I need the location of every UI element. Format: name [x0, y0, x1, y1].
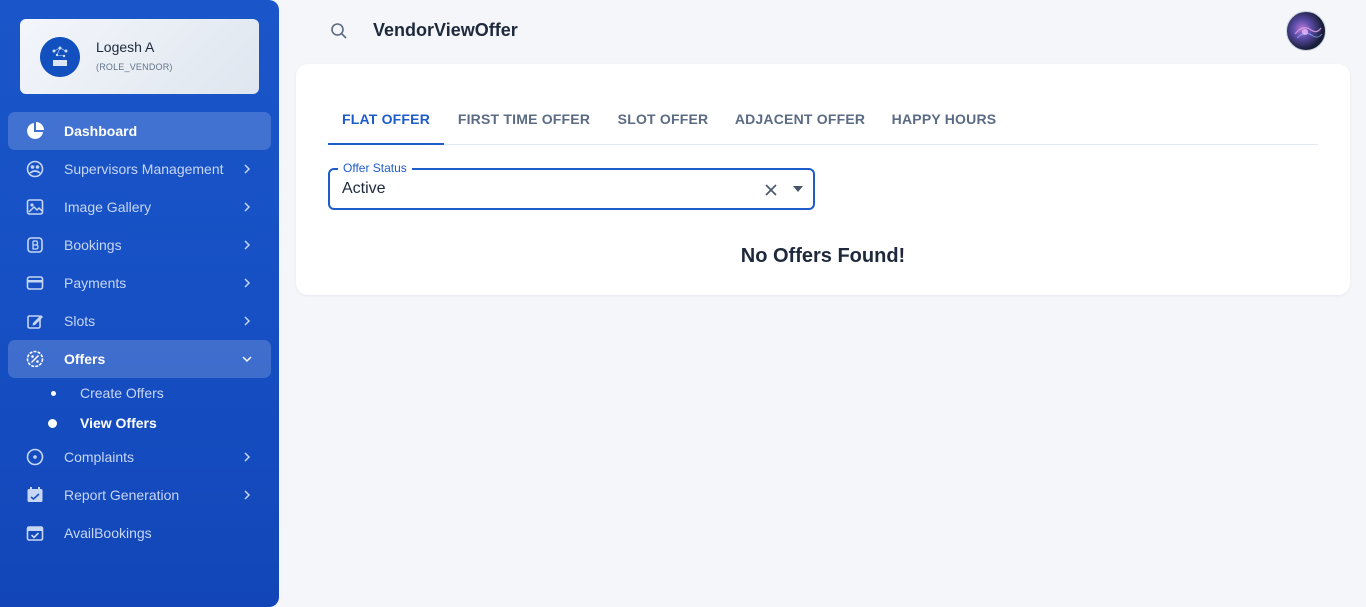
sidebar-item-label: AvailBookings: [64, 525, 152, 541]
chevron-right-icon: [244, 240, 251, 250]
report-calendar-icon: [26, 486, 44, 504]
calendar-check-icon: [26, 524, 44, 542]
sidebar-item-report-generation[interactable]: Report Generation: [8, 476, 271, 514]
offer-status-label: Offer Status: [338, 161, 412, 175]
chevron-right-icon: [244, 452, 251, 462]
caret-down-icon[interactable]: [793, 186, 803, 192]
close-icon[interactable]: [763, 182, 779, 198]
sidebar-item-label: Complaints: [64, 449, 135, 465]
sidebar-item-label: Supervisors Management: [64, 161, 224, 177]
sidebar-item-label: Offers: [64, 351, 106, 367]
offers-card: FLAT OFFER FIRST TIME OFFER SLOT OFFER A…: [296, 64, 1350, 295]
sidebar-item-label: Image Gallery: [64, 199, 152, 215]
sidebar-item-image-gallery[interactable]: Image Gallery: [8, 188, 271, 226]
profile-role: (ROLE_VENDOR): [96, 62, 173, 72]
chevron-right-icon: [244, 490, 251, 500]
sidebar-item-label: Slots: [64, 313, 96, 329]
tab-adjacent-offer[interactable]: ADJACENT OFFER: [730, 100, 870, 145]
sidebar-item-label: Dashboard: [64, 123, 138, 139]
offer-tabs: FLAT OFFER FIRST TIME OFFER SLOT OFFER A…: [328, 100, 1318, 145]
sidebar-item-label: Bookings: [64, 237, 122, 253]
credit-card-icon: [26, 274, 44, 292]
bookings-icon: [26, 236, 44, 254]
tab-slot-offer[interactable]: SLOT OFFER: [612, 100, 714, 145]
sidebar-subitem-create-offers[interactable]: Create Offers: [8, 379, 271, 407]
bullet-dot-icon: [48, 419, 57, 428]
empty-state-message: No Offers Found!: [740, 245, 906, 267]
sidebar-item-slots[interactable]: Slots: [8, 302, 271, 340]
sidebar-item-label: Report Generation: [64, 487, 180, 503]
sidebar-item-label: Payments: [64, 275, 127, 291]
edit-note-icon: [26, 312, 44, 330]
sidebar-subitem-view-offers[interactable]: View Offers: [8, 409, 271, 437]
sidebar-item-availbookings[interactable]: AvailBookings: [8, 514, 271, 552]
chevron-down-icon: [242, 356, 252, 363]
sidebar-item-payments[interactable]: Payments: [8, 264, 271, 302]
chevron-right-icon: [244, 164, 251, 174]
profile-avatar: [40, 37, 80, 77]
offer-status-value: Active: [342, 180, 386, 197]
supervisor-icon: [26, 160, 44, 178]
tab-flat-offer[interactable]: FLAT OFFER: [328, 100, 444, 145]
sidebar-subitem-label: View Offers: [80, 415, 157, 431]
user-avatar[interactable]: [1286, 11, 1326, 51]
profile-name: Logesh A: [96, 39, 155, 55]
chevron-right-icon: [244, 202, 251, 212]
tab-first-time-offer[interactable]: FIRST TIME OFFER: [452, 100, 596, 145]
chevron-right-icon: [244, 316, 251, 326]
profile-card[interactable]: Logesh A (ROLE_VENDOR): [20, 19, 259, 94]
tab-happy-hours[interactable]: HAPPY HOURS: [886, 100, 1002, 145]
bullet-dot-icon: [51, 391, 56, 396]
sidebar-item-offers[interactable]: Offers: [8, 340, 271, 378]
sidebar: Logesh A (ROLE_VENDOR) Dashboard Supervi…: [0, 0, 279, 607]
image-gallery-icon: [26, 198, 44, 216]
discount-icon: [26, 350, 44, 368]
sidebar-item-dashboard[interactable]: Dashboard: [8, 112, 271, 150]
pie-chart-icon: [26, 122, 44, 140]
chevron-right-icon: [244, 278, 251, 288]
sidebar-subitem-label: Create Offers: [80, 385, 164, 401]
sidebar-item-supervisors-management[interactable]: Supervisors Management: [8, 150, 271, 188]
sidebar-item-bookings[interactable]: Bookings: [8, 226, 271, 264]
complaint-icon: [26, 448, 44, 466]
search-icon[interactable]: [330, 22, 348, 40]
offer-status-select[interactable]: Offer Status Active: [328, 161, 815, 210]
sidebar-item-complaints[interactable]: Complaints: [8, 438, 271, 476]
page-title: VendorViewOffer: [373, 20, 518, 40]
